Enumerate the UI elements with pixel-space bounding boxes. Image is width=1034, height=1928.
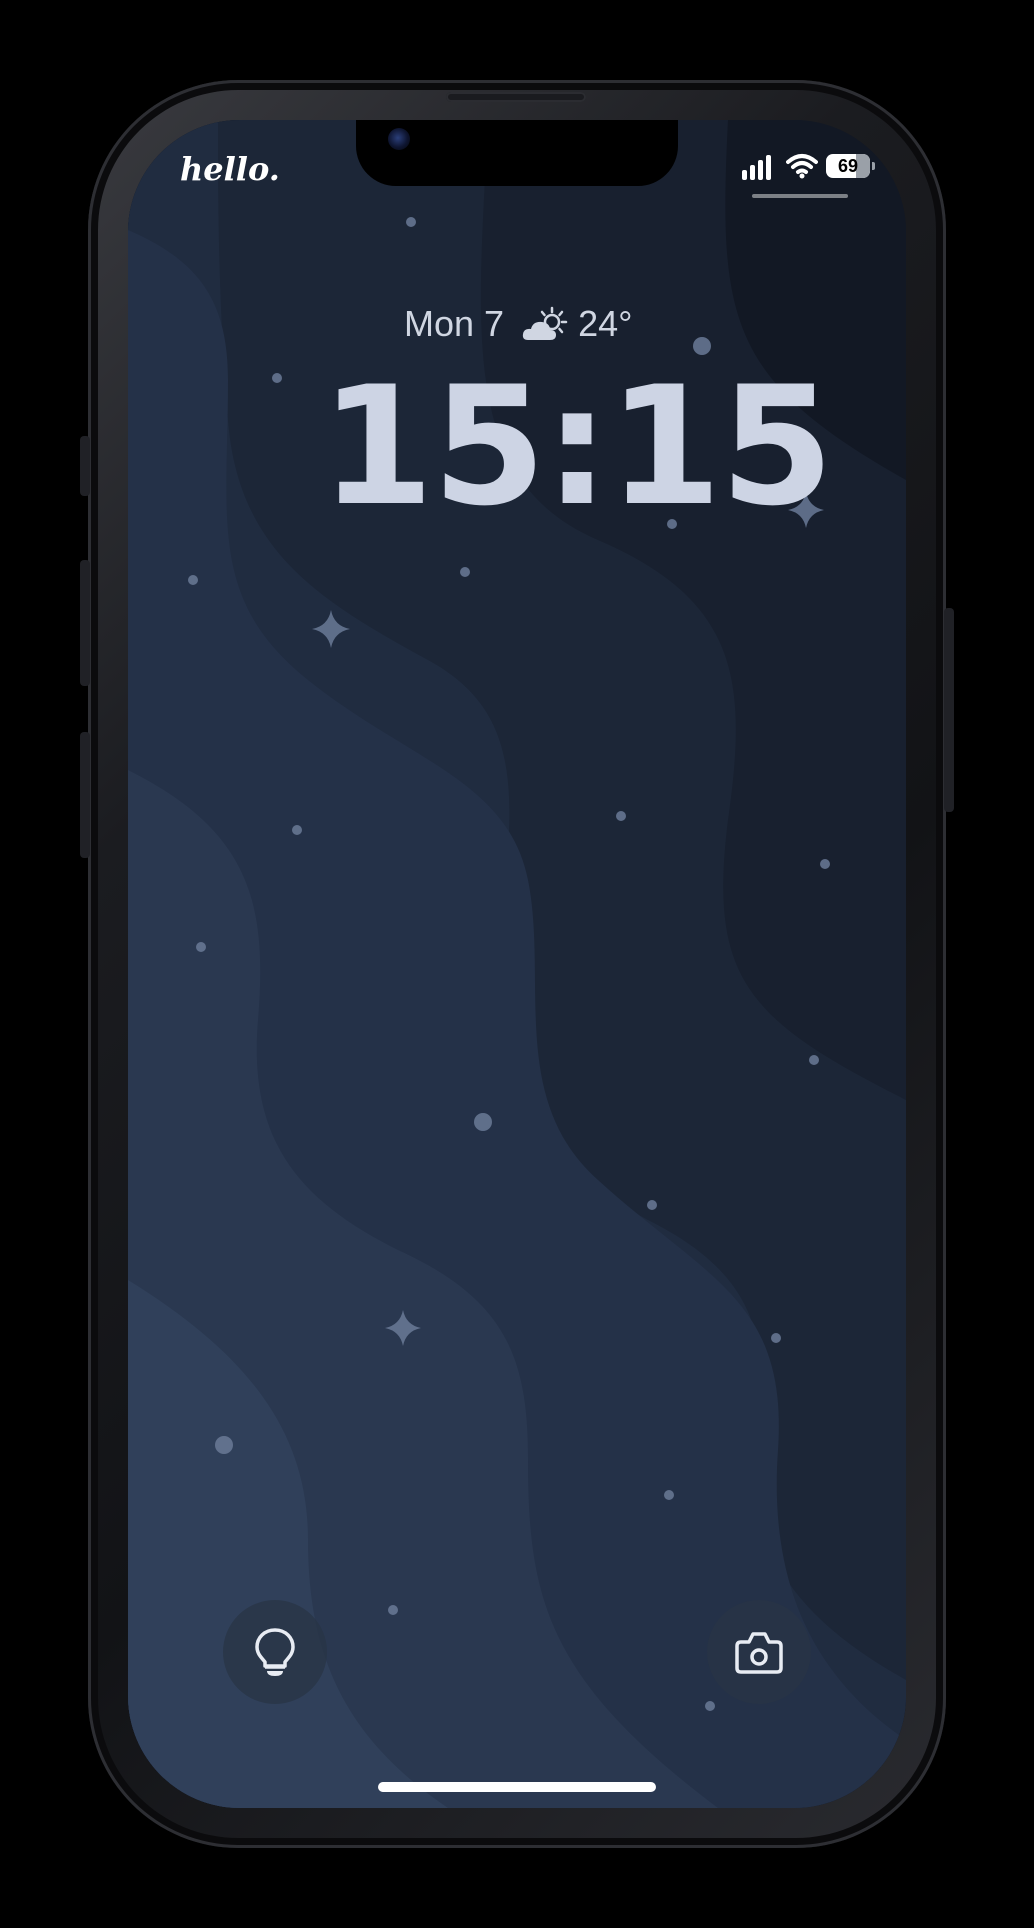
date-weather-widget[interactable]: Mon 7 24° [404,302,633,346]
cellular-signal-icon [742,154,774,180]
temperature-label: 24° [578,303,633,344]
volume-up-button [80,560,90,686]
battery-level-label: 69 [837,156,859,176]
battery-tip [872,162,875,170]
control-center-indicator[interactable] [752,194,848,198]
battery-icon: 69 [826,154,870,178]
partly-cloudy-icon [522,306,568,340]
volume-down-button [80,732,90,858]
mute-switch [80,436,90,496]
stage: hello. 69 Mon 7 24° 15:15 [0,0,1034,1928]
camera-icon [735,1632,783,1674]
status-icons: 69 [742,152,882,182]
earpiece-speaker [446,92,586,102]
wifi-icon [786,154,818,179]
power-button [944,608,954,812]
lock-screen-clock[interactable]: 15:15 [320,362,834,532]
flashlight-icon [255,1628,295,1676]
camera-button[interactable] [707,1600,811,1704]
front-camera [388,128,410,150]
home-indicator[interactable] [378,1782,656,1792]
date-label: Mon 7 [404,303,505,344]
flashlight-button[interactable] [223,1600,327,1704]
carrier-name: hello. [180,150,280,188]
